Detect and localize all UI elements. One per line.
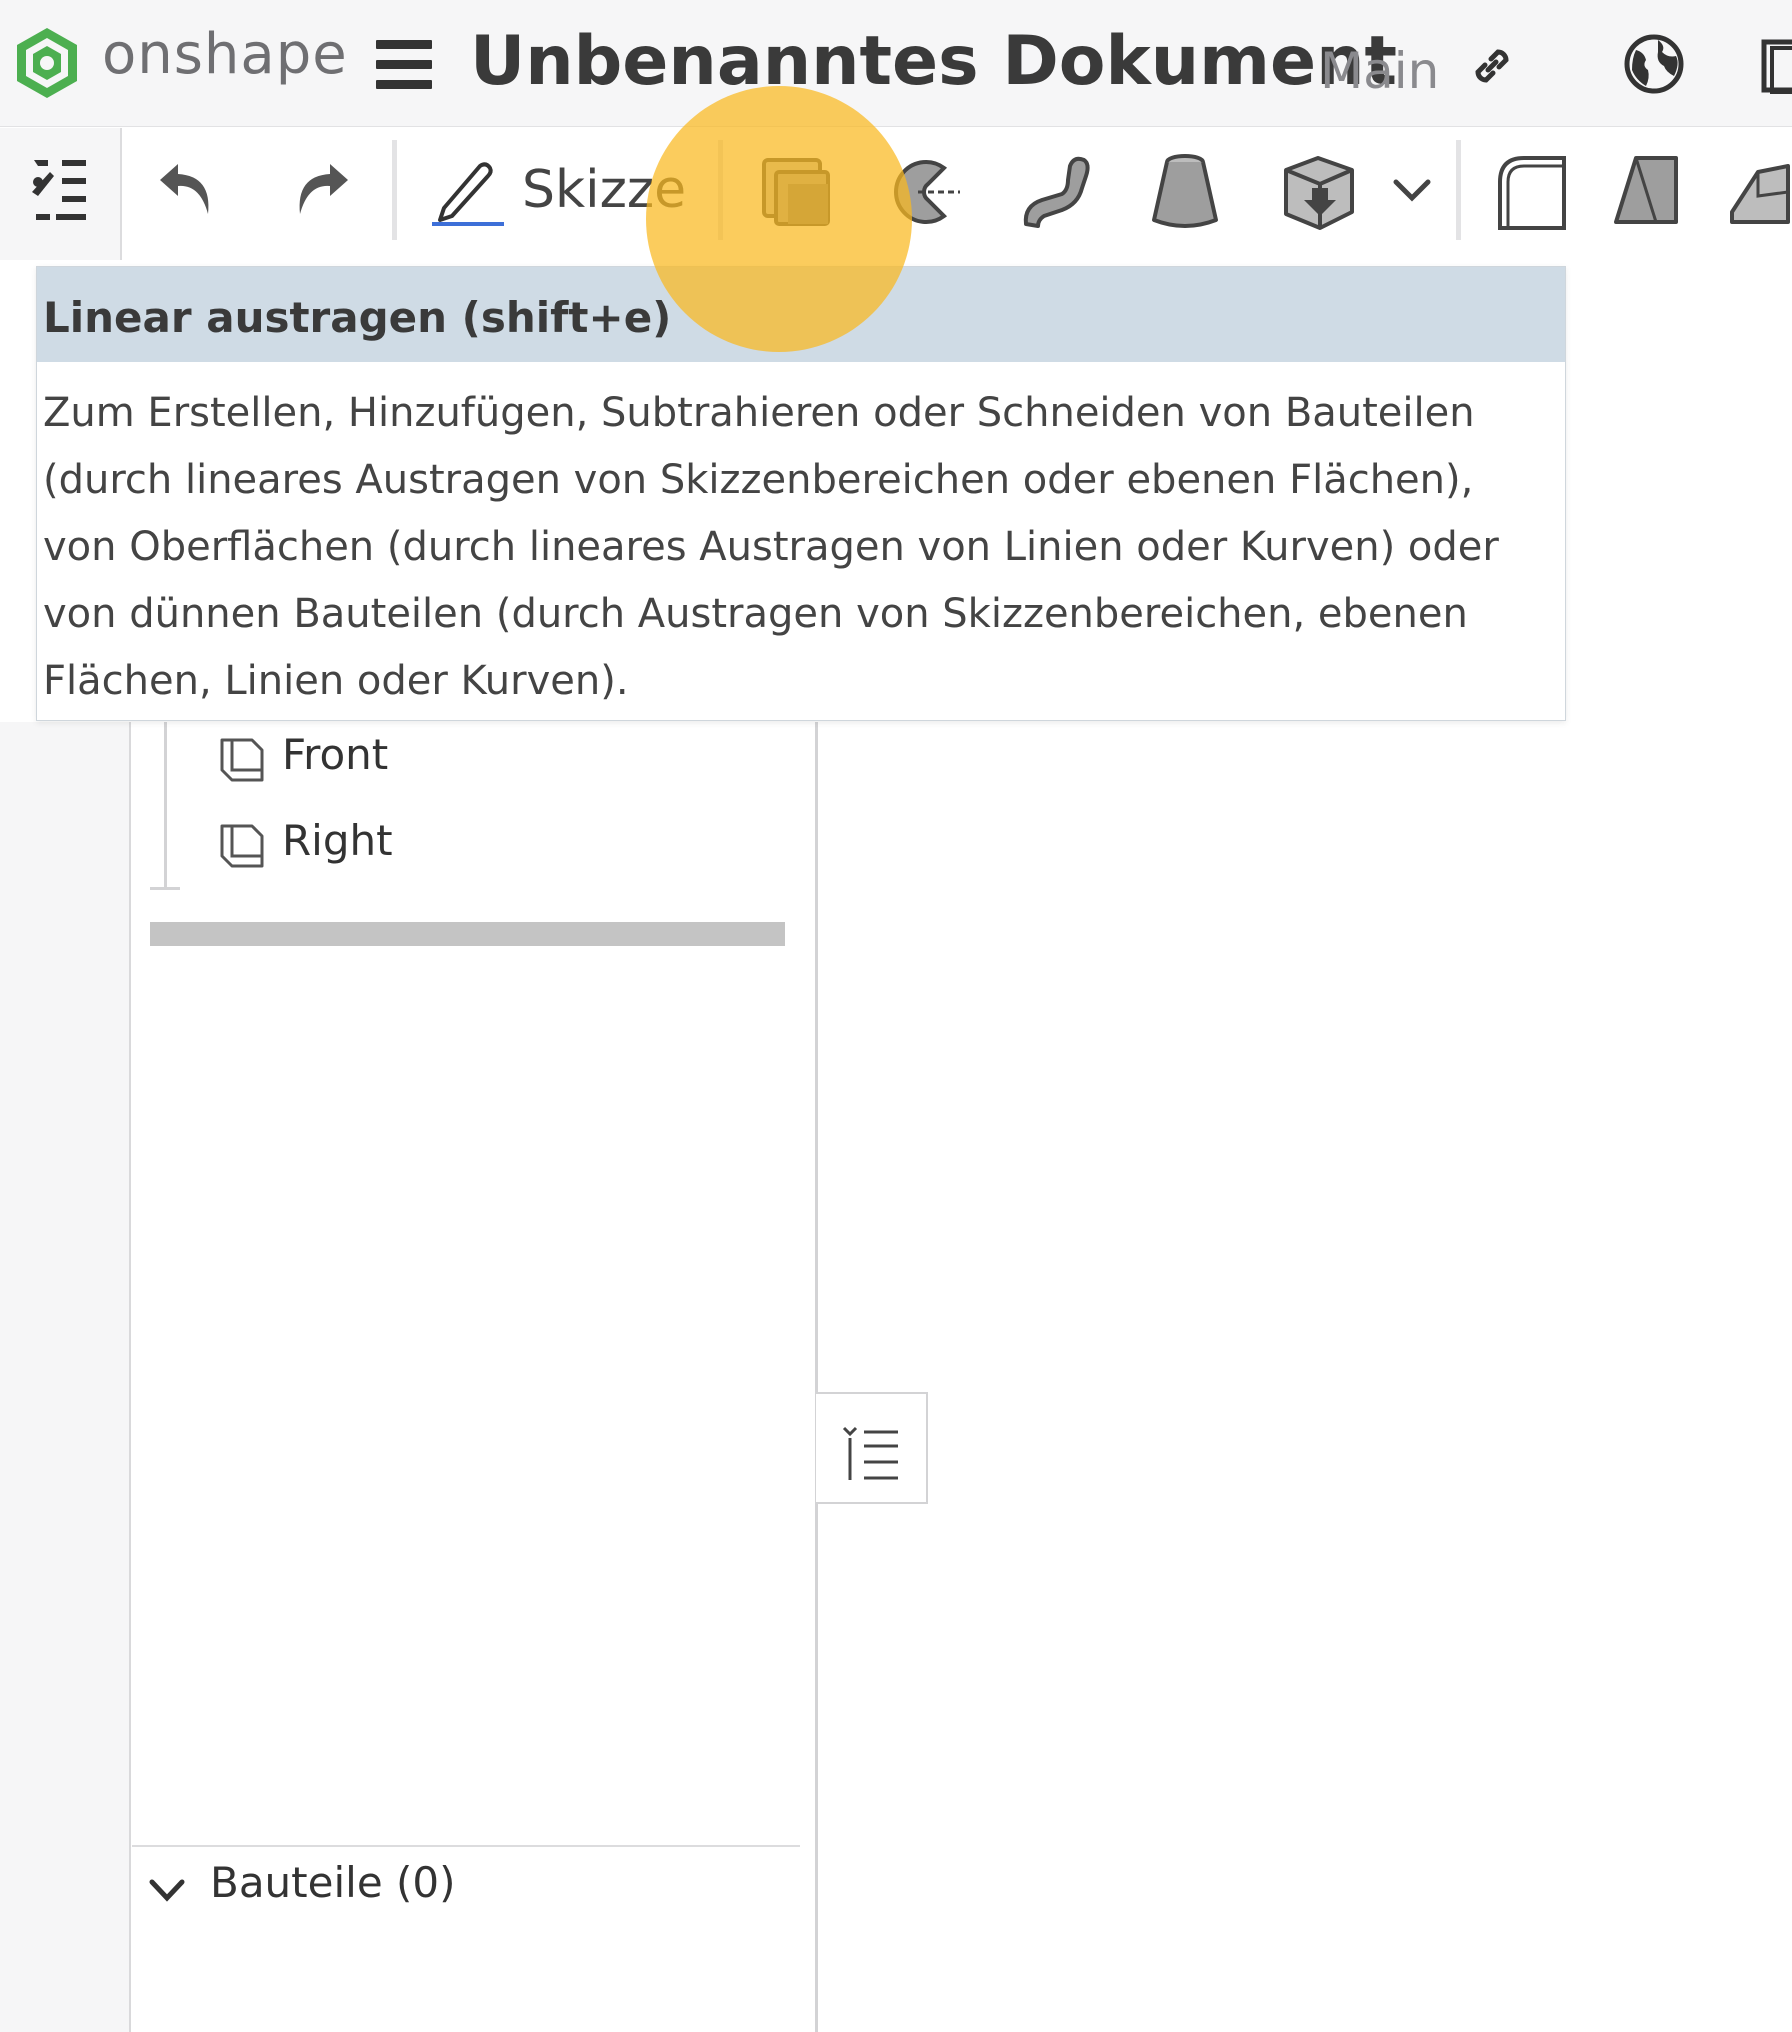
tooltip-line: von dünnen Bauteilen (durch Austragen vo… — [43, 591, 1468, 637]
thicken-icon[interactable] — [1280, 152, 1358, 232]
onshape-logo-text[interactable]: onshape — [102, 22, 348, 87]
fillet-icon[interactable] — [1494, 152, 1570, 232]
onshape-logo-icon[interactable] — [14, 26, 80, 100]
list-collapse-icon — [842, 1426, 898, 1480]
tree-item-label: Front — [282, 730, 389, 779]
parts-list-header[interactable]: Bauteile (0) — [210, 1858, 456, 1907]
tree-connector-end — [150, 887, 180, 890]
plane-icon — [220, 738, 264, 782]
document-title[interactable]: Unbenanntes Dokument — [470, 22, 1397, 101]
pencil-icon[interactable] — [430, 156, 506, 228]
plane-icon — [220, 824, 264, 868]
tooltip-line: von Oberflächen (durch lineares Austrage… — [43, 524, 1499, 570]
feature-list-scrollbar[interactable] — [150, 922, 785, 946]
chamfer-icon[interactable] — [1612, 152, 1680, 228]
left-gutter — [0, 722, 131, 2032]
tooltip-description: Zum Erstellen, Hinzufügen, Subtrahieren … — [37, 362, 1565, 715]
toolbar-separator — [392, 140, 397, 240]
tree-item-label: Right — [282, 816, 393, 865]
redo-icon[interactable] — [292, 160, 352, 218]
globe-icon[interactable] — [1622, 32, 1686, 96]
sweep-icon[interactable] — [1018, 152, 1094, 232]
chevron-down-icon[interactable] — [146, 1870, 188, 1912]
menu-hamburger-icon[interactable] — [376, 40, 432, 92]
undo-icon[interactable] — [156, 160, 216, 218]
click-highlight-marker — [646, 86, 912, 352]
parts-divider — [132, 1845, 800, 1847]
feature-list-icon[interactable] — [28, 152, 88, 228]
chevron-down-icon[interactable] — [1392, 178, 1432, 204]
tooltip-line: (durch lineares Austragen von Skizzenber… — [43, 457, 1474, 503]
top-header-bar: onshape Unbenanntes Dokument Main — [0, 0, 1792, 127]
branch-label[interactable]: Main — [1320, 42, 1439, 100]
link-icon[interactable] — [1466, 40, 1518, 92]
loft-icon[interactable] — [1150, 152, 1220, 232]
tree-connector — [164, 722, 167, 890]
onshape-part-studio: onshape Unbenanntes Dokument Main Skizze… — [0, 0, 1792, 2032]
feature-list-panel — [132, 722, 818, 2032]
tooltip-line: Zum Erstellen, Hinzufügen, Subtrahieren … — [43, 390, 1475, 436]
draft-icon[interactable] — [1728, 152, 1792, 232]
tooltip-line: Flächen, Linien oder Kurven). — [43, 658, 629, 704]
panel-collapse-button[interactable] — [816, 1392, 928, 1504]
document-info-icon[interactable] — [1758, 36, 1792, 96]
toolbar-separator — [1456, 140, 1461, 240]
